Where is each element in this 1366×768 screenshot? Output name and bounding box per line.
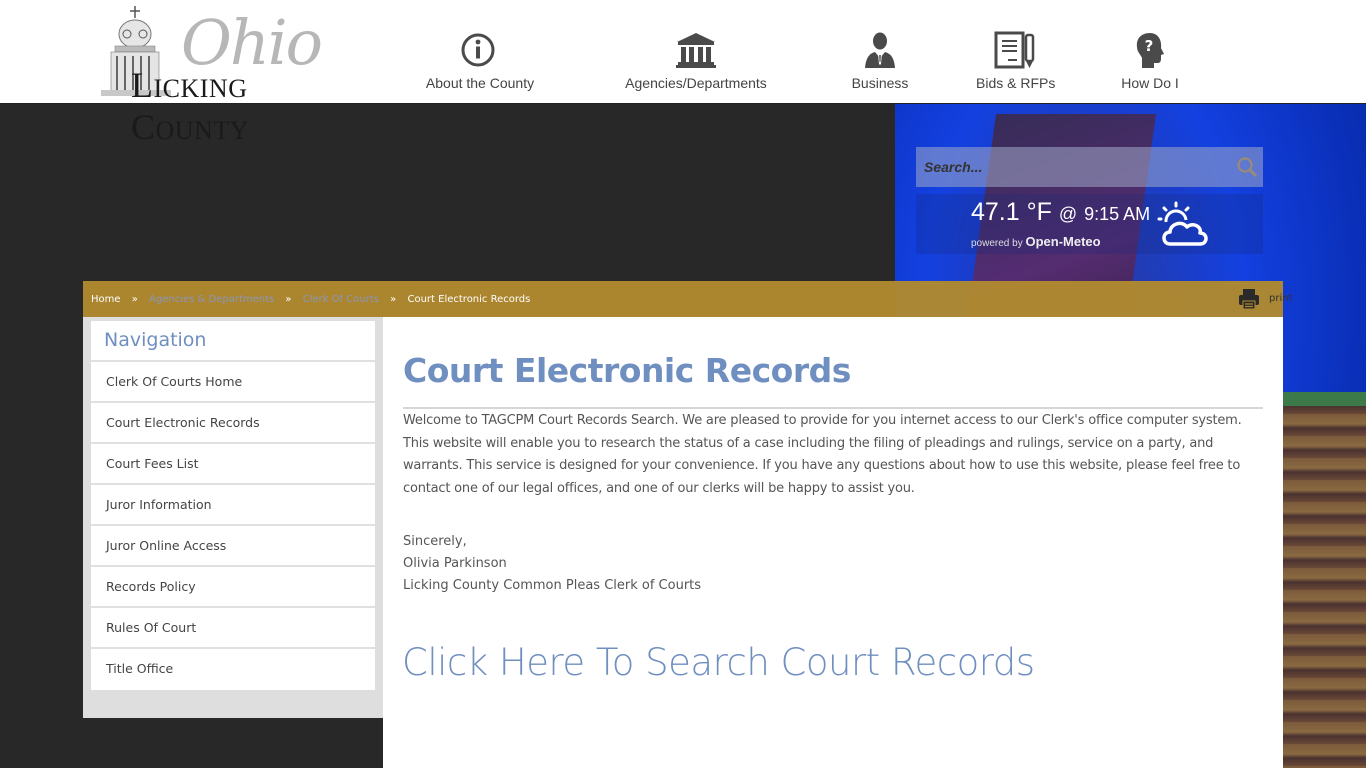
search-button[interactable]	[1235, 155, 1259, 179]
svg-text:?: ?	[1145, 37, 1154, 55]
nav-label: How Do I	[1121, 75, 1179, 91]
search-court-records-link[interactable]: Click Here To Search Court Records	[402, 641, 1035, 684]
sidebar-item-juror-information[interactable]: Juror Information	[91, 485, 375, 526]
weather-reading: 47.1 °F @ 9:15 AM	[971, 198, 1150, 227]
site-search	[916, 147, 1263, 187]
page-title: Court Electronic Records	[403, 351, 851, 390]
sidebar-navigation: Navigation Clerk Of Courts Home Court El…	[91, 321, 375, 690]
nav-label: Bids & RFPs	[976, 75, 1056, 91]
search-icon	[1237, 157, 1258, 178]
main-content: Court Electronic Records Welcome to TAGC…	[383, 317, 1283, 768]
sidebar-item-rules-of-court[interactable]: Rules Of Court	[91, 608, 375, 649]
question-head-icon: ?	[1136, 33, 1164, 68]
nav-business[interactable]: Business	[850, 30, 910, 91]
breadcrumb-separator: »	[285, 294, 292, 305]
signature-block: Sincerely, Olivia Parkinson Licking Coun…	[403, 531, 701, 597]
brick-wall-image	[1283, 392, 1366, 768]
government-building-icon	[676, 33, 716, 68]
search-input[interactable]	[916, 147, 1263, 187]
nav-bids-rfps[interactable]: Bids & RFPs	[976, 30, 1056, 91]
nav-agencies-departments[interactable]: Agencies/Departments	[621, 30, 771, 91]
sidebar-item-court-fees-list[interactable]: Court Fees List	[91, 444, 375, 485]
nav-about-the-county[interactable]: About the County	[424, 30, 536, 91]
weather-provider-link[interactable]: Open-Meteo	[1025, 234, 1100, 249]
partly-cloudy-icon	[1157, 201, 1208, 246]
signature-title: Licking County Common Pleas Clerk of Cou…	[403, 578, 702, 593]
intro-paragraph: Welcome to TAGCPM Court Records Search. …	[403, 413, 1242, 496]
nav-label: Agencies/Departments	[625, 75, 767, 91]
nav-how-do-i[interactable]: ? How Do I	[1120, 30, 1180, 91]
sidebar-item-title-office[interactable]: Title Office	[91, 649, 375, 690]
document-pen-icon	[994, 31, 1035, 69]
breadcrumb-bar: Home » Agencies & Departments » Clerk Of…	[83, 281, 1293, 317]
nav-label: Business	[851, 75, 909, 91]
sidebar-container: Navigation Clerk Of Courts Home Court El…	[83, 317, 383, 718]
signature-closing: Sincerely,	[403, 534, 467, 549]
sidebar-item-records-policy[interactable]: Records Policy	[91, 567, 375, 608]
sidebar-item-clerk-of-courts-home[interactable]: Clerk Of Courts Home	[91, 362, 375, 403]
weather-at: @	[1058, 204, 1078, 224]
nav-label: About the County	[425, 75, 535, 91]
breadcrumb-separator: »	[131, 294, 138, 305]
info-icon	[461, 33, 495, 67]
sidebar-title: Navigation	[91, 321, 375, 362]
breadcrumb-agencies-departments[interactable]: Agencies & Departments	[149, 294, 274, 305]
breadcrumb-current: Court Electronic Records	[407, 294, 531, 305]
logo-county-name: LICKING COUNTY	[131, 65, 250, 147]
signature-name: Olivia Parkinson	[403, 556, 507, 571]
businessman-icon	[865, 32, 895, 68]
sidebar-item-court-electronic-records[interactable]: Court Electronic Records	[91, 403, 375, 444]
licking-county-logo[interactable]: Ohio LICKING COUNTY	[97, 4, 329, 147]
weather-time: 9:15 AM	[1084, 204, 1151, 224]
title-divider	[403, 407, 1263, 409]
weather-widget: 47.1 °F @ 9:15 AM powered by Open-Meteo	[916, 194, 1263, 254]
breadcrumb-separator: »	[390, 294, 397, 305]
breadcrumb-clerk-of-courts[interactable]: Clerk Of Courts	[303, 294, 379, 305]
site-header: Ohio LICKING COUNTY About the County Age…	[0, 0, 1366, 147]
breadcrumb-home[interactable]: Home	[91, 294, 121, 305]
breadcrumb: Home » Agencies & Departments » Clerk Of…	[91, 294, 530, 305]
printer-icon	[1239, 289, 1259, 310]
weather-temperature: 47.1 °F	[971, 198, 1052, 226]
sidebar-item-juror-online-access[interactable]: Juror Online Access	[91, 526, 375, 567]
print-label: print	[1269, 293, 1293, 304]
print-button[interactable]: print	[1237, 287, 1293, 311]
weather-attribution: powered by Open-Meteo	[971, 234, 1101, 249]
